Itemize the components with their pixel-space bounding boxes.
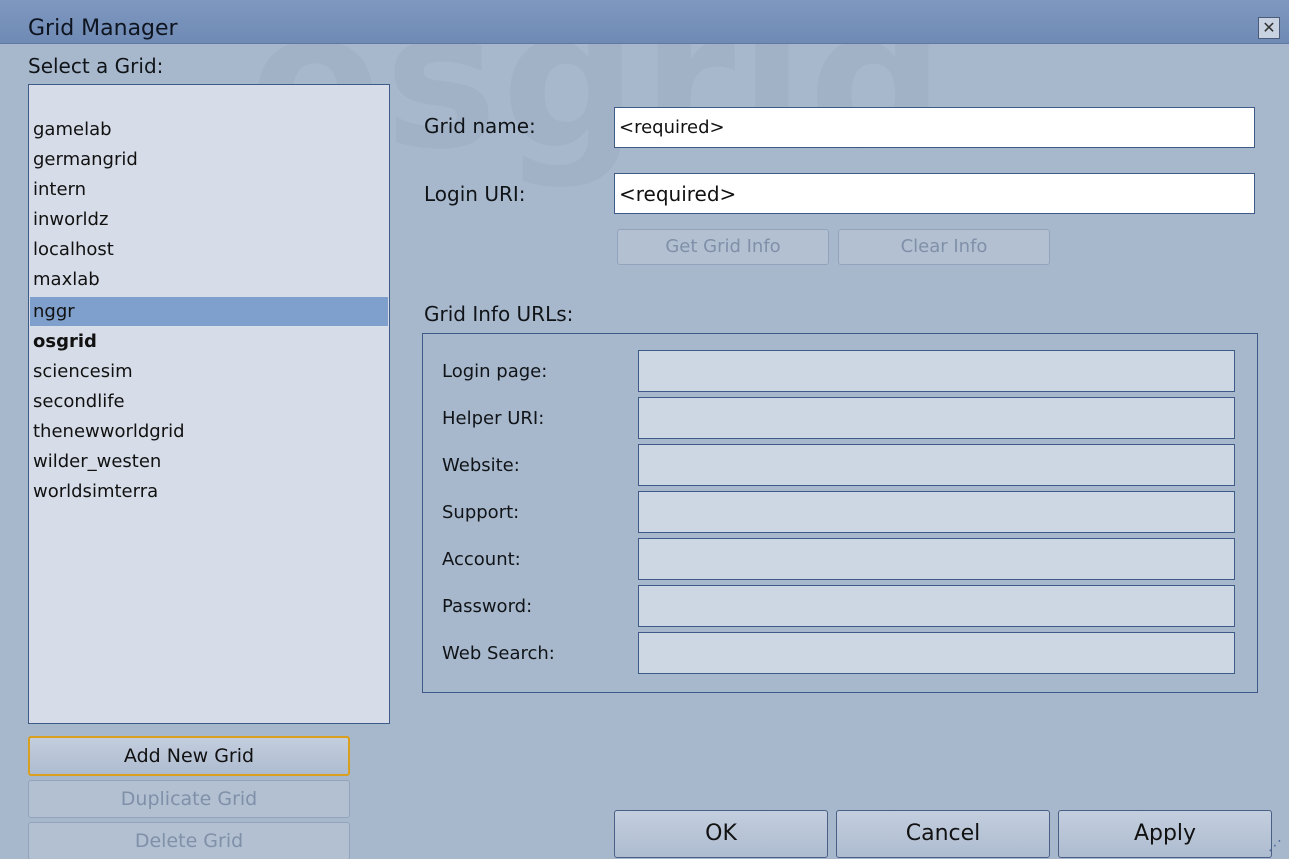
grid-name-label: Grid name: bbox=[424, 114, 536, 138]
login-page-field[interactable] bbox=[638, 350, 1235, 392]
list-item[interactable]: gamelab bbox=[30, 115, 388, 144]
window-title: Grid Manager bbox=[28, 16, 178, 41]
list-item[interactable]: wilder_westen bbox=[30, 447, 388, 476]
list-item[interactable]: osgrid bbox=[30, 327, 388, 356]
close-icon[interactable]: ✕ bbox=[1258, 17, 1280, 39]
helper-uri-label: Helper URI: bbox=[442, 408, 545, 429]
list-item[interactable]: inworldz bbox=[30, 205, 388, 234]
grid-manager-window: osgrid Grid Manager ✕ Select a Grid: gam… bbox=[0, 0, 1289, 859]
resize-handle-icon[interactable]: ⋰ bbox=[1268, 838, 1286, 856]
duplicate-grid-button[interactable]: Duplicate Grid bbox=[28, 780, 350, 818]
list-item[interactable]: secondlife bbox=[30, 387, 388, 416]
list-item-selected[interactable]: nggr bbox=[30, 297, 388, 326]
grid-name-field[interactable]: <required> bbox=[614, 107, 1255, 148]
password-field[interactable] bbox=[638, 585, 1235, 627]
get-grid-info-button[interactable]: Get Grid Info bbox=[617, 229, 829, 265]
account-label: Account: bbox=[442, 549, 521, 570]
website-field[interactable] bbox=[638, 444, 1235, 486]
clear-info-button[interactable]: Clear Info bbox=[838, 229, 1050, 265]
list-item[interactable]: thenewworldgrid bbox=[30, 417, 388, 446]
login-uri-label: Login URI: bbox=[424, 182, 526, 206]
add-new-grid-button[interactable]: Add New Grid bbox=[28, 736, 350, 776]
website-label: Website: bbox=[442, 455, 520, 476]
cancel-button[interactable]: Cancel bbox=[836, 810, 1050, 858]
password-label: Password: bbox=[442, 596, 533, 617]
grid-info-urls-heading: Grid Info URLs: bbox=[424, 302, 574, 326]
login-page-label: Login page: bbox=[442, 361, 548, 382]
delete-grid-button[interactable]: Delete Grid bbox=[28, 822, 350, 859]
account-field[interactable] bbox=[638, 538, 1235, 580]
list-item[interactable]: intern bbox=[30, 175, 388, 204]
support-field[interactable] bbox=[638, 491, 1235, 533]
helper-uri-field[interactable] bbox=[638, 397, 1235, 439]
web-search-label: Web Search: bbox=[442, 643, 555, 664]
select-grid-label: Select a Grid: bbox=[28, 54, 164, 78]
ok-button[interactable]: OK bbox=[614, 810, 828, 858]
login-uri-field[interactable]: <required> bbox=[614, 173, 1255, 214]
support-label: Support: bbox=[442, 502, 520, 523]
list-item[interactable]: worldsimterra bbox=[30, 477, 388, 506]
list-item[interactable]: localhost bbox=[30, 235, 388, 264]
list-item[interactable]: maxlab bbox=[30, 265, 388, 294]
web-search-field[interactable] bbox=[638, 632, 1235, 674]
grid-list[interactable]: gamelab germangrid intern inworldz local… bbox=[28, 84, 390, 724]
list-item[interactable]: sciencesim bbox=[30, 357, 388, 386]
title-bar[interactable]: Grid Manager ✕ bbox=[0, 0, 1289, 44]
apply-button[interactable]: Apply bbox=[1058, 810, 1272, 858]
list-item[interactable]: germangrid bbox=[30, 145, 388, 174]
